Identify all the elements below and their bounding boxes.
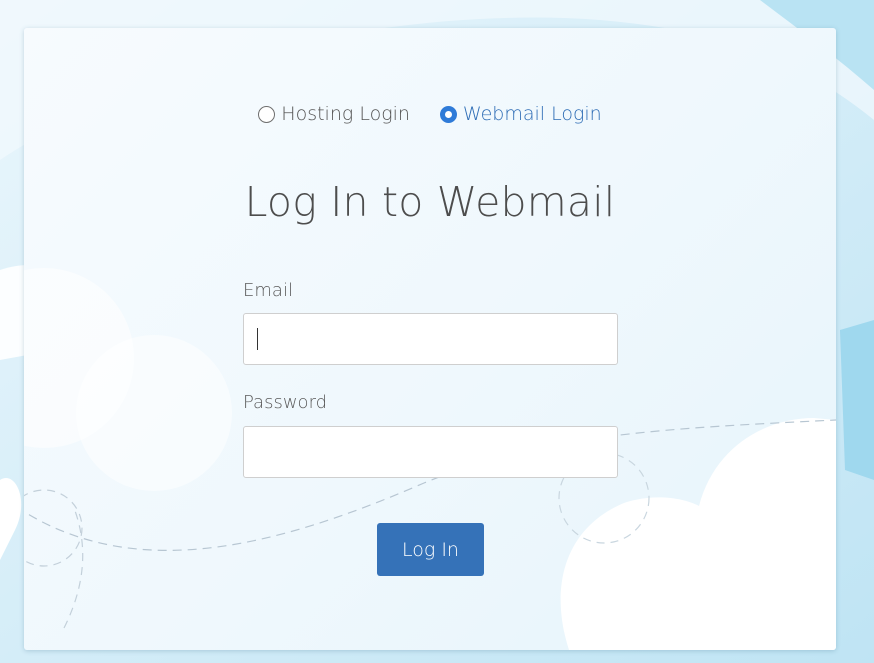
hosting-login-label[interactable]: Hosting Login	[281, 103, 410, 125]
email-label: Email	[243, 280, 293, 301]
page-title: Log In to Webmail	[244, 178, 616, 226]
webmail-login-option[interactable]: Webmail Login	[439, 103, 602, 125]
login-button[interactable]: Log In	[377, 523, 484, 576]
text-caret	[257, 328, 258, 350]
email-field[interactable]	[243, 313, 618, 365]
password-field[interactable]	[243, 426, 618, 478]
webmail-login-label[interactable]: Webmail Login	[463, 103, 602, 125]
webmail-login-radio[interactable]	[439, 105, 457, 123]
hosting-login-radio[interactable]	[258, 105, 276, 123]
password-label: Password	[243, 392, 328, 413]
login-type-selector: Hosting Login Webmail Login	[24, 103, 836, 125]
login-card: Hosting Login Webmail Login Log In to We…	[24, 28, 836, 650]
hosting-login-option[interactable]: Hosting Login	[258, 103, 410, 125]
